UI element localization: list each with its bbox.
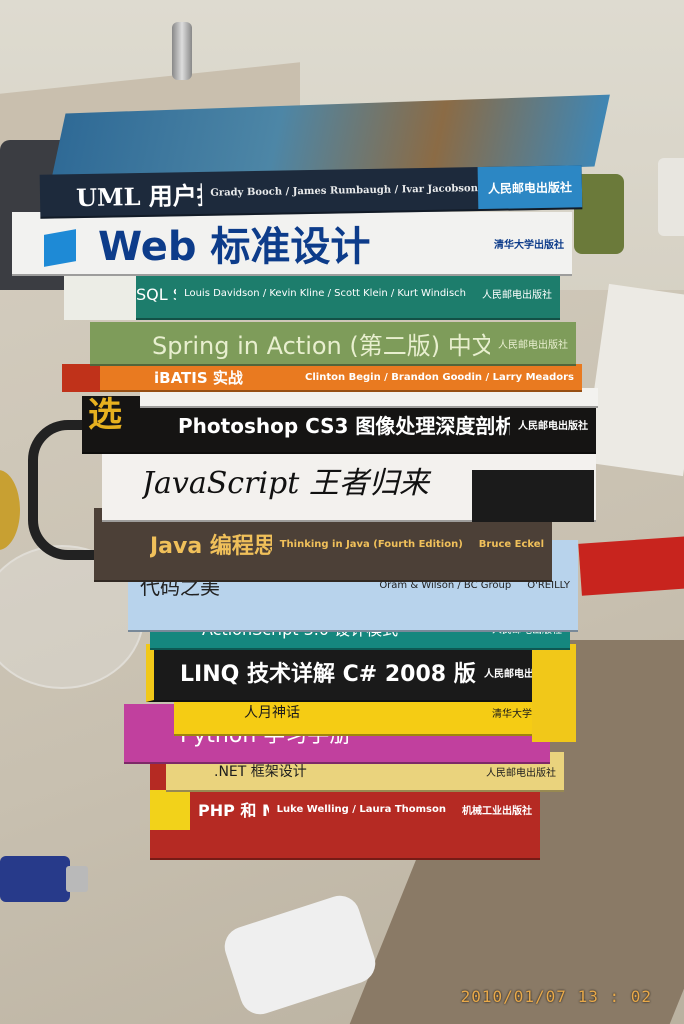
book-ibatis: iBATIS 实战 Clinton Begin / Brandon Goodin… (62, 364, 582, 392)
photo-timestamp: 2010/01/07 13 : 02 (460, 987, 652, 1006)
book-authors: Louis Davidson / Kevin Kline / Scott Kle… (184, 287, 466, 299)
linq-spine-band (532, 644, 576, 742)
book-publisher: 人民邮电出版社 (518, 420, 588, 432)
sql-spine-band (64, 272, 136, 320)
book-title: iBATIS 实战 (154, 368, 243, 387)
book-publisher: 清华大学出版社 (494, 239, 564, 251)
book-title: Photoshop CS3 图像处理深度剖析 (178, 413, 510, 438)
book-title: Spring in Action (第二版) 中文版 (152, 331, 490, 360)
book-authors: Grady Booch / James Rumbaugh / Ivar Jaco… (210, 182, 479, 199)
red-folder (578, 536, 684, 596)
book-title: 人月神话 (244, 705, 300, 721)
vga-connector (0, 856, 88, 902)
cup (658, 158, 684, 236)
book-authors: Clinton Begin / Brandon Goodin / Larry M… (305, 371, 574, 383)
ibatis-spine-band (62, 364, 100, 392)
book-authors: Bruce Eckel (478, 538, 544, 550)
book-publisher: 人民邮电出版社 (482, 289, 552, 301)
book-web-standards: Web 标准设计 清华大学出版社 (12, 212, 572, 276)
book-title: SQL Server 2008 数据库设计与实现 (136, 285, 176, 304)
book-authors: Luke Welling / Laura Thomson (276, 803, 446, 815)
book-publisher: 人民邮电出版社 (498, 339, 568, 351)
book-linq: LINQ 技术详解 C# 2008 版 人民邮电出版社 (146, 644, 562, 702)
javascript-spine-band (472, 470, 594, 522)
book-title: UML 用户指南 (第2版) (75, 178, 203, 212)
book-publisher: 机械工业出版社 (462, 805, 532, 817)
book-title: .NET 框架设计 (214, 764, 307, 780)
book-title: Java 编程思想 (150, 534, 272, 559)
book-title: LINQ 技术详解 C# 2008 版 (180, 662, 476, 687)
book-spring-in-action: Spring in Action (第二版) 中文版 人民邮电出版社 (90, 322, 576, 366)
photo-scene: PHP 和 MySQL Web 开发 Luke Welling / Laura … (0, 0, 684, 1024)
photoshop-spine-glyph: 选 (88, 395, 122, 435)
book-subtitle: Thinking in Java (Fourth Edition) (279, 538, 463, 550)
book-title: PHP 和 MySQL Web 开发 (198, 801, 269, 820)
thermos-bottle (172, 22, 192, 80)
php-spine-logo (150, 790, 190, 830)
web-cube-logo (44, 229, 76, 267)
book-publisher: 人民邮电出版社 (477, 165, 583, 211)
book-publisher: 人民邮电出版社 (486, 767, 556, 779)
book-title: Web 标准设计 (98, 224, 371, 270)
